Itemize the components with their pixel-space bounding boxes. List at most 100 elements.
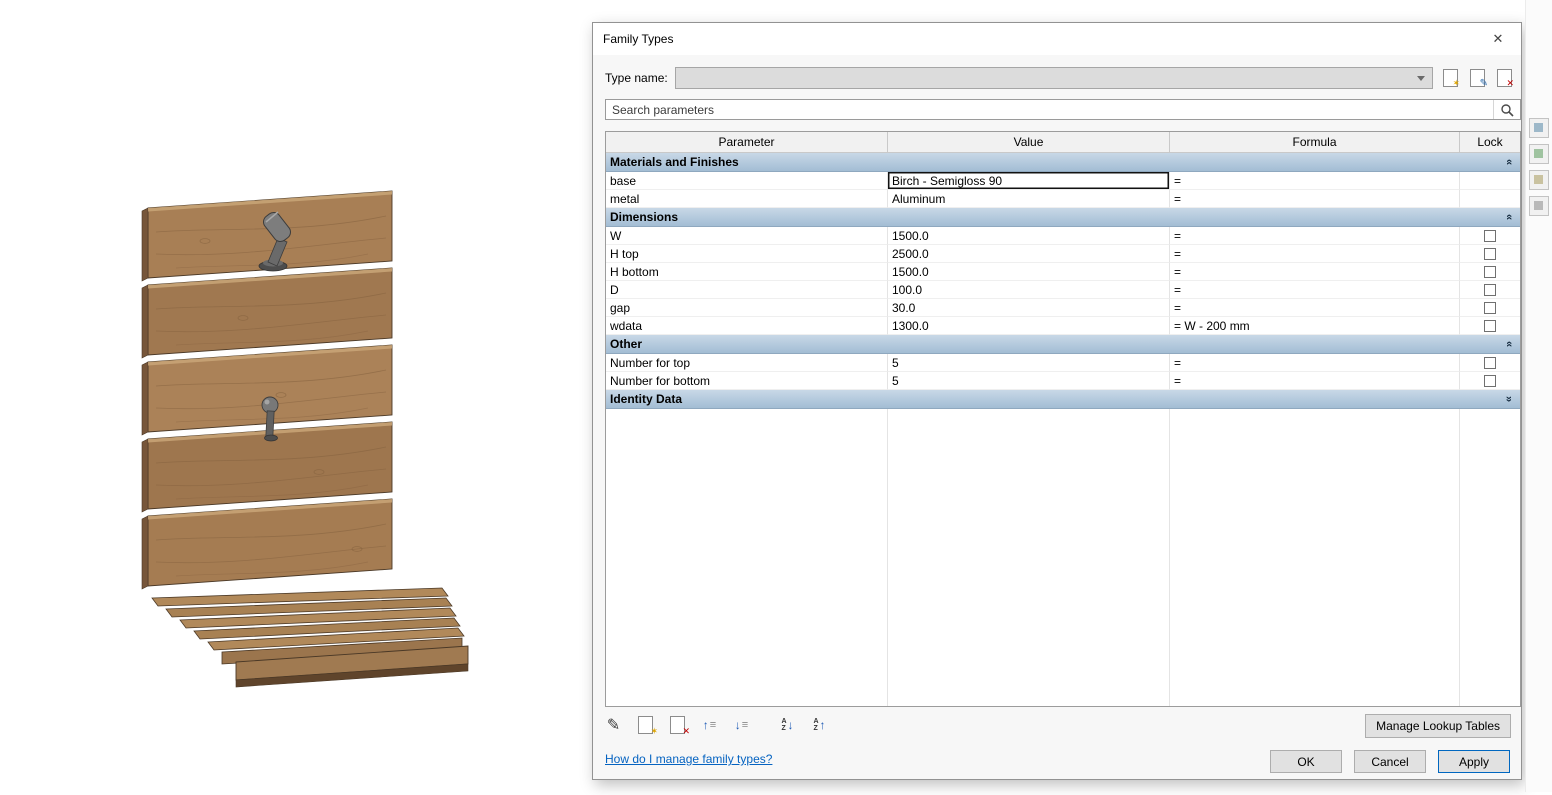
value-cell[interactable]: 30.0 bbox=[888, 299, 1170, 317]
type-name-label: Type name: bbox=[605, 71, 668, 85]
delete-cross-icon: ✕ bbox=[1506, 78, 1514, 88]
param-row-base: base Birch - Semigloss 90 = bbox=[606, 172, 1520, 190]
chevron-down-icon bbox=[1417, 76, 1425, 81]
lock-cell[interactable] bbox=[1460, 190, 1520, 208]
group-header-other[interactable]: Other « bbox=[606, 335, 1520, 354]
lock-cell[interactable] bbox=[1460, 299, 1520, 317]
lock-checkbox[interactable] bbox=[1484, 265, 1496, 278]
value-cell[interactable]: 5 bbox=[888, 372, 1170, 390]
formula-cell[interactable]: = W - 200 mm bbox=[1170, 317, 1460, 335]
value-cell[interactable]: 2500.0 bbox=[888, 245, 1170, 263]
value-cell[interactable]: 1500.0 bbox=[888, 263, 1170, 281]
collapse-chevron-icon[interactable]: « bbox=[1503, 214, 1515, 220]
sort-ascending-button[interactable]: AZ ↓ bbox=[775, 713, 800, 737]
apply-button[interactable]: Apply bbox=[1438, 750, 1510, 773]
formula-cell[interactable]: = bbox=[1170, 372, 1460, 390]
manage-lookup-tables-button[interactable]: Manage Lookup Tables bbox=[1365, 714, 1511, 738]
new-type-button[interactable]: ✶ bbox=[1440, 67, 1460, 89]
lock-cell[interactable] bbox=[1460, 372, 1520, 390]
sort-descending-button[interactable]: AZ ↑ bbox=[807, 713, 832, 737]
delete-type-button[interactable]: ✕ bbox=[1494, 67, 1514, 89]
rename-type-button[interactable]: ✎ bbox=[1467, 67, 1488, 89]
parameter-name-cell[interactable]: base bbox=[606, 172, 888, 190]
table-header-row: Parameter Value Formula Lock bbox=[606, 132, 1520, 153]
lock-cell[interactable] bbox=[1460, 227, 1520, 245]
lock-checkbox[interactable] bbox=[1484, 374, 1496, 387]
lock-checkbox[interactable] bbox=[1484, 283, 1496, 296]
lock-cell[interactable] bbox=[1460, 172, 1520, 190]
value-cell[interactable]: 100.0 bbox=[888, 281, 1170, 299]
cancel-button[interactable]: Cancel bbox=[1354, 750, 1426, 773]
value-cell[interactable]: 1500.0 bbox=[888, 227, 1170, 245]
formula-cell[interactable]: = bbox=[1170, 227, 1460, 245]
new-parameter-button[interactable]: ✶ bbox=[633, 713, 658, 737]
param-row-number-for-top: Number for top 5 = bbox=[606, 354, 1520, 372]
parameter-name-cell[interactable]: Number for bottom bbox=[606, 372, 888, 390]
model-3d-preview[interactable] bbox=[0, 0, 560, 792]
formula-cell[interactable]: = bbox=[1170, 299, 1460, 317]
family-types-dialog: Family Types ✕ Type name: ✶ ✎ ✕ Search p… bbox=[592, 22, 1522, 780]
lock-checkbox[interactable] bbox=[1484, 229, 1496, 242]
help-link[interactable]: How do I manage family types? bbox=[605, 752, 772, 766]
formula-cell[interactable]: = bbox=[1170, 172, 1460, 190]
formula-cell[interactable]: = bbox=[1170, 190, 1460, 208]
group-header-materials-and-finishes[interactable]: Materials and Finishes « bbox=[606, 153, 1520, 172]
expand-chevron-icon[interactable]: « bbox=[1503, 396, 1515, 402]
arrow-down-icon: ↓ bbox=[787, 718, 794, 732]
dialog-titlebar[interactable]: Family Types ✕ bbox=[593, 23, 1521, 55]
delete-parameter-button[interactable]: ✕ bbox=[665, 713, 690, 737]
side-toolbar-icon[interactable] bbox=[1529, 144, 1549, 164]
search-icon[interactable] bbox=[1493, 100, 1520, 119]
search-parameters-input[interactable] bbox=[606, 102, 1493, 117]
param-row-h-top: H top 2500.0 = bbox=[606, 245, 1520, 263]
value-cell[interactable]: Aluminum bbox=[888, 190, 1170, 208]
lock-cell[interactable] bbox=[1460, 245, 1520, 263]
formula-cell[interactable]: = bbox=[1170, 354, 1460, 372]
parameter-name-cell[interactable]: metal bbox=[606, 190, 888, 208]
collapse-chevron-icon[interactable]: « bbox=[1503, 341, 1515, 347]
parameter-name-cell[interactable]: D bbox=[606, 281, 888, 299]
param-row-wdata: wdata 1300.0 = W - 200 mm bbox=[606, 317, 1520, 335]
dialog-title: Family Types bbox=[603, 32, 674, 46]
close-button[interactable]: ✕ bbox=[1475, 23, 1521, 55]
parameter-name-cell[interactable]: Number for top bbox=[606, 354, 888, 372]
param-row-number-for-bottom: Number for bottom 5 = bbox=[606, 372, 1520, 390]
type-name-select[interactable] bbox=[675, 67, 1433, 89]
collapse-chevron-icon[interactable]: « bbox=[1503, 159, 1515, 165]
side-panel-edge bbox=[1525, 0, 1552, 792]
formula-cell[interactable]: = bbox=[1170, 263, 1460, 281]
lock-cell[interactable] bbox=[1460, 263, 1520, 281]
lock-checkbox[interactable] bbox=[1484, 319, 1496, 332]
parameter-name-cell[interactable]: wdata bbox=[606, 317, 888, 335]
ok-button[interactable]: OK bbox=[1270, 750, 1342, 773]
star-icon: ✶ bbox=[650, 726, 658, 736]
parameter-name-cell[interactable]: H top bbox=[606, 245, 888, 263]
formula-cell[interactable]: = bbox=[1170, 281, 1460, 299]
param-row-w: W 1500.0 = bbox=[606, 227, 1520, 245]
lock-checkbox[interactable] bbox=[1484, 356, 1496, 369]
column-header-lock: Lock bbox=[1477, 135, 1503, 149]
lock-checkbox[interactable] bbox=[1484, 301, 1496, 314]
parameters-table: Parameter Value Formula Lock Materials a… bbox=[605, 131, 1521, 707]
side-toolbar-icon[interactable] bbox=[1529, 118, 1549, 138]
side-toolbar-icon[interactable] bbox=[1529, 196, 1549, 216]
value-cell[interactable]: 5 bbox=[888, 354, 1170, 372]
edit-parameter-button[interactable]: ✎ bbox=[601, 713, 626, 737]
value-cell[interactable]: 1300.0 bbox=[888, 317, 1170, 335]
lock-cell[interactable] bbox=[1460, 317, 1520, 335]
lock-cell[interactable] bbox=[1460, 354, 1520, 372]
parameter-name-cell[interactable]: W bbox=[606, 227, 888, 245]
parameter-name-cell[interactable]: gap bbox=[606, 299, 888, 317]
value-cell-editing[interactable]: Birch - Semigloss 90 bbox=[888, 172, 1170, 190]
parameter-name-cell[interactable]: H bottom bbox=[606, 263, 888, 281]
list-lines-icon: ≡ bbox=[709, 719, 717, 731]
move-down-button[interactable]: ↓ ≡ bbox=[729, 713, 754, 737]
side-toolbar-icon[interactable] bbox=[1529, 170, 1549, 190]
formula-cell[interactable]: = bbox=[1170, 245, 1460, 263]
param-row-h-bottom: H bottom 1500.0 = bbox=[606, 263, 1520, 281]
move-up-button[interactable]: ↑ ≡ bbox=[697, 713, 722, 737]
lock-cell[interactable] bbox=[1460, 281, 1520, 299]
lock-checkbox[interactable] bbox=[1484, 247, 1496, 260]
group-header-identity-data[interactable]: Identity Data « bbox=[606, 390, 1520, 409]
group-header-dimensions[interactable]: Dimensions « bbox=[606, 208, 1520, 227]
